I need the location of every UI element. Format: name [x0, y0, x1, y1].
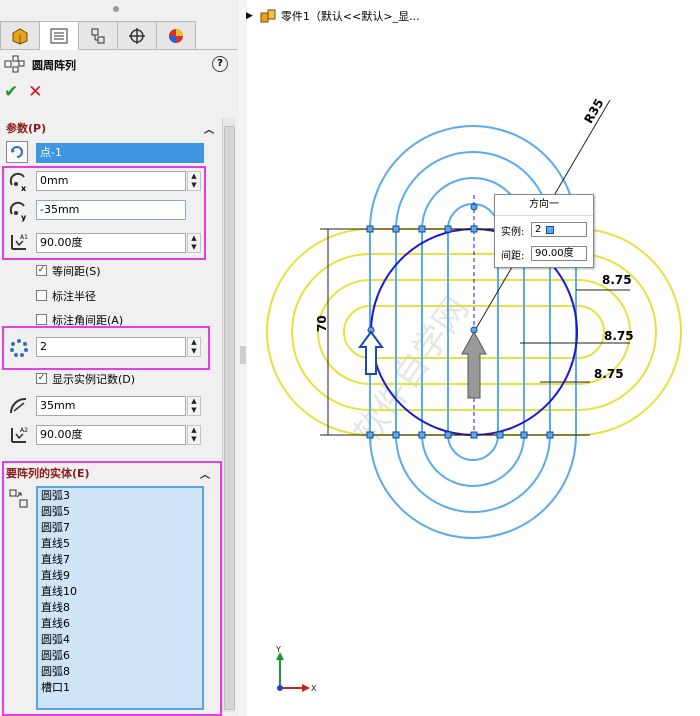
crosshair-icon: [129, 27, 145, 44]
instance-spinner[interactable]: ▲ ▼: [187, 337, 201, 357]
params-header-label: 参数(P): [6, 122, 47, 135]
appearance-ball-icon: [169, 28, 183, 43]
tab-dimxpert[interactable]: [117, 21, 157, 49]
params-section-header[interactable]: 参数(P) ︿: [0, 118, 220, 138]
direction-arrow-blue: [358, 330, 384, 375]
svg-text:y: y: [21, 213, 27, 222]
instance-count-field[interactable]: 2: [36, 337, 186, 357]
y-coordinate-icon: y: [8, 200, 30, 222]
entities-to-pattern-icon: [8, 488, 30, 510]
callout-instances-field[interactable]: 2: [531, 222, 587, 237]
svg-text:A1: A1: [20, 234, 28, 241]
entities-header-label: 要阵列的实体(E): [6, 467, 90, 480]
tab-property-manager[interactable]: [39, 21, 79, 50]
instance-count-icon: [8, 337, 30, 359]
equal-spacing-label: 等间距(S): [52, 265, 101, 278]
list-item[interactable]: 直线6: [38, 616, 202, 632]
configuration-icon: [91, 28, 105, 43]
dim-radius-checkbox[interactable]: [36, 290, 47, 301]
scroll-thumb[interactable]: [224, 126, 235, 710]
property-manager: 圆周阵列 ? ✔ ✕ 参数(P) ︿ 点-1 x 0mm ▲ ▼ y -35mm …: [0, 0, 239, 716]
dim-8-75-bottom[interactable]: 8.75: [594, 367, 624, 381]
list-item[interactable]: 圆弧6: [38, 648, 202, 664]
dim-angle-spacing-checkbox[interactable]: [36, 314, 47, 325]
panel-scrollbar[interactable]: [222, 118, 235, 712]
cancel-button[interactable]: ✕: [28, 82, 42, 102]
x-coordinate-field[interactable]: 0mm: [36, 171, 186, 191]
list-item[interactable]: 圆弧4: [38, 632, 202, 648]
tab-display-manager[interactable]: [156, 21, 196, 49]
tab-configuration-manager[interactable]: [78, 21, 118, 49]
direction-arrow-gray: [461, 330, 487, 399]
list-item[interactable]: 圆弧7: [38, 520, 202, 536]
entities-list[interactable]: 圆弧3 圆弧5 圆弧7 直线5 直线7 直线9 直线10 直线8 直线6 圆弧4 圆弧6 圆弧8 槽口1: [36, 486, 204, 710]
help-icon[interactable]: ?: [212, 56, 228, 72]
list-item[interactable]: 直线10: [38, 584, 202, 600]
ok-button[interactable]: ✔: [4, 82, 18, 102]
property-list-icon: [50, 28, 68, 44]
list-item[interactable]: 圆弧8: [38, 664, 202, 680]
direction-callout[interactable]: 方向一 实例: 2 间距: 90.00度: [494, 194, 594, 268]
callout-instances-label: 实例:: [501, 227, 525, 238]
list-item[interactable]: 直线7: [38, 552, 202, 568]
graphics-viewport[interactable]: 软件自学网 R35 8.75 8.75 8.75 70 Y X: [247, 0, 700, 716]
tab-feature-manager[interactable]: [0, 21, 40, 49]
angle2-spinner[interactable]: ▲ ▼: [187, 425, 201, 445]
angle-field-2[interactable]: 90.00度: [36, 425, 186, 445]
angle-field-1[interactable]: 90.00度: [36, 233, 186, 253]
x-spinner[interactable]: ▲ ▼: [187, 171, 201, 191]
callout-spacing-field[interactable]: 90.00度: [531, 246, 587, 261]
list-item[interactable]: 直线5: [38, 536, 202, 552]
collapse-icon[interactable]: ︿: [204, 121, 214, 136]
radius-field[interactable]: 35mm: [36, 396, 186, 416]
list-item[interactable]: 圆弧5: [38, 504, 202, 520]
triad-y-label: Y: [275, 645, 281, 654]
feature-title-row: 圆周阵列 ?: [4, 54, 234, 76]
callout-title: 方向一: [495, 195, 593, 216]
dim-radius-label: 标注半径: [52, 290, 96, 303]
radius-spinner[interactable]: ▲ ▼: [187, 396, 201, 416]
list-item[interactable]: 槽口1: [38, 680, 202, 696]
center-point-field[interactable]: 点-1: [36, 143, 204, 163]
list-item[interactable]: 直线8: [38, 600, 202, 616]
triad-x-label: X: [311, 684, 317, 693]
angle-icon: A1: [8, 231, 30, 253]
reverse-direction-icon[interactable]: [6, 141, 28, 163]
feature-tree-icon: [12, 27, 28, 45]
show-instance-label: 显示实例记数(D): [52, 373, 136, 386]
svg-text:A2: A2: [20, 427, 28, 434]
angle2-icon: A2: [8, 424, 30, 446]
show-instance-checkbox[interactable]: ✓: [36, 373, 47, 384]
callout-spacing-label: 间距:: [501, 251, 525, 262]
list-item[interactable]: 直线9: [38, 568, 202, 584]
radius-dimension[interactable]: R35: [581, 96, 606, 125]
angle1-spinner[interactable]: ▲ ▼: [187, 233, 201, 253]
manager-tabs: [0, 21, 238, 50]
splitter-handle[interactable]: [240, 346, 246, 364]
feature-title: 圆周阵列: [32, 59, 76, 72]
y-coordinate-field[interactable]: -35mm: [36, 200, 186, 220]
x-coordinate-icon: x: [8, 171, 30, 193]
confirm-row: ✔ ✕: [4, 82, 43, 102]
equal-spacing-checkbox[interactable]: ✓: [36, 265, 47, 276]
radius-icon: [8, 395, 30, 417]
circular-pattern-icon: [4, 55, 25, 73]
panel-grip[interactable]: [113, 6, 119, 12]
entities-section-header[interactable]: 要阵列的实体(E) ︿: [0, 463, 216, 483]
list-item[interactable]: 圆弧3: [38, 488, 202, 504]
svg-text:x: x: [21, 184, 27, 193]
collapse-icon[interactable]: ︿: [200, 466, 210, 481]
coordinate-triad: Y X: [275, 645, 317, 693]
dim-8-75-mid[interactable]: 8.75: [604, 329, 634, 343]
height-dimension[interactable]: 70: [315, 315, 329, 332]
dim-8-75-top[interactable]: 8.75: [602, 273, 632, 287]
